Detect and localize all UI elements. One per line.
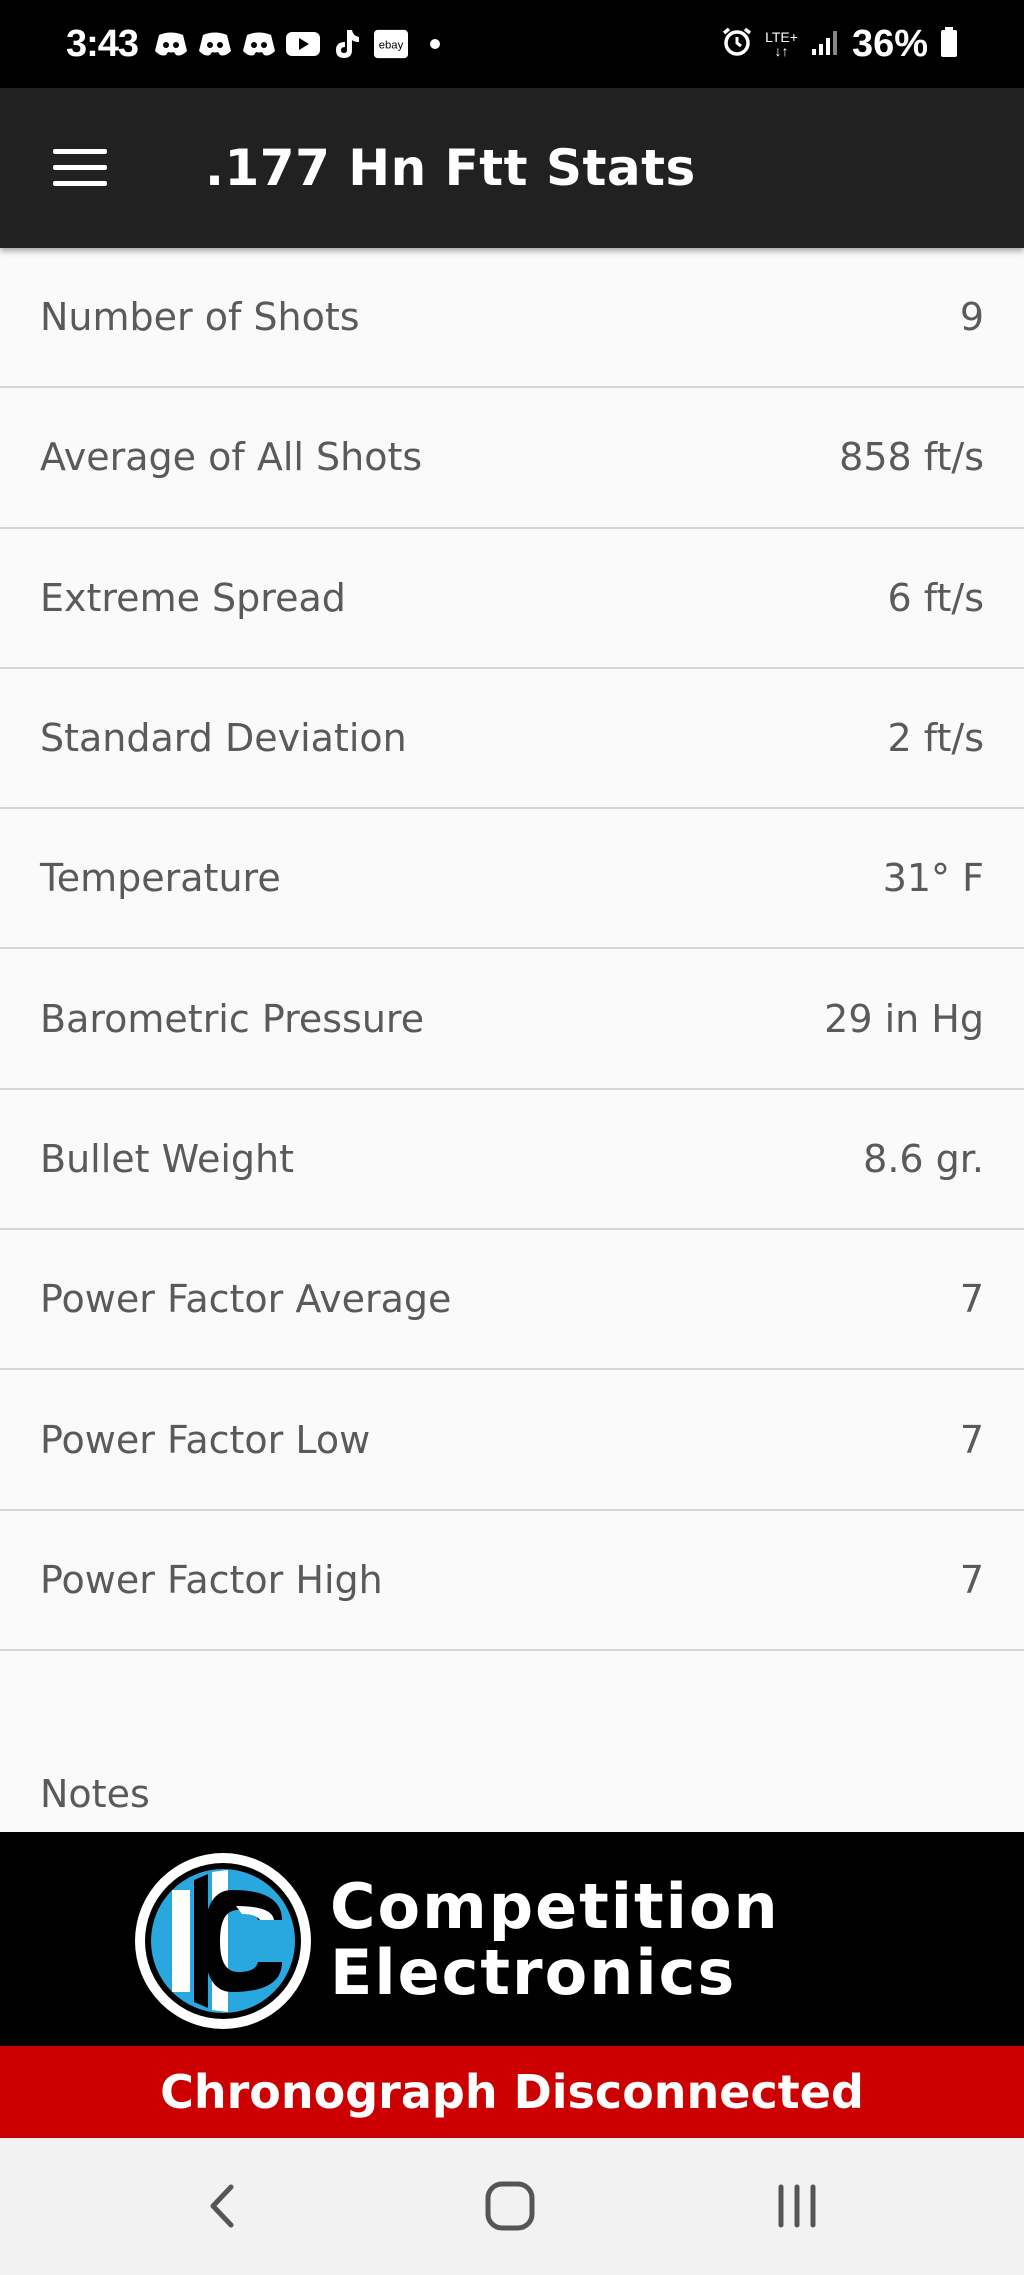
battery-percent: 36% [851,22,928,65]
menu-button[interactable] [40,128,120,208]
stats-list: Number of Shots 9 Average of All Shots 8… [0,248,1024,1651]
notes-label: Notes [40,1772,150,1816]
stat-label: Average of All Shots [40,435,423,480]
dot-icon [418,27,452,61]
status-bar: 3:43 ebay LTE+ ↓↑ 36% [0,0,1024,88]
stat-value: 29 in Hg [824,996,984,1041]
stat-value: 858 ft/s [839,435,984,480]
status-time: 3:43 [66,22,139,65]
stat-label: Barometric Pressure [40,996,425,1041]
back-chevron-icon [210,2184,234,2228]
recents-icon [778,2184,816,2228]
battery-icon [940,26,958,62]
stat-row-standard-deviation: Standard Deviation 2 ft/s [0,669,1024,810]
stat-value: 6 ft/s [887,575,984,620]
stat-row-power-factor-average: Power Factor Average 7 [0,1230,1024,1371]
hamburger-menu-icon [53,149,107,187]
stat-row-extreme-spread: Extreme Spread 6 ft/s [0,529,1024,669]
system-nav-bar [0,2138,1024,2275]
brand-line-1: Competition [330,1870,780,1943]
brand-banner: Competition Electronics [0,1832,1024,2046]
status-left: 3:43 ebay [66,0,452,88]
stat-value: 2 ft/s [887,716,984,761]
back-button[interactable] [178,2166,268,2246]
data-arrows-icon: ↓↑ [774,43,789,59]
brand-line-2: Electronics [330,1936,737,2009]
stat-value: 8.6 gr. [863,1136,984,1181]
stat-label: Extreme Spread [40,575,346,620]
app-bar: .177 Hn Ftt Stats [0,88,1024,248]
discord-icon [198,27,232,61]
alarm-icon [721,26,753,62]
discord-icon [242,27,276,61]
stat-label: Number of Shots [40,295,360,340]
youtube-icon [286,27,321,61]
stat-value: 7 [959,1557,984,1602]
stat-value: 31° F [882,856,984,901]
status-right: LTE+ ↓↑ 36% [721,0,958,88]
connection-status-text: Chronograph Disconnected [160,2065,864,2119]
network-type: LTE+ ↓↑ [765,30,798,58]
page-title: .177 Hn Ftt Stats [205,139,696,197]
stat-value: 7 [959,1417,984,1462]
discord-icon [154,27,188,61]
stat-value: 7 [959,1277,984,1322]
stat-row-barometric-pressure: Barometric Pressure 29 in Hg [0,949,1024,1090]
stat-label: Standard Deviation [40,716,407,761]
connection-status-bar[interactable]: Chronograph Disconnected [0,2046,1024,2138]
stat-label: Power Factor Low [40,1417,371,1462]
stat-value: 9 [959,295,984,340]
stat-label: Temperature [40,856,281,901]
home-icon [485,2181,535,2231]
ebay-label: ebay [379,40,404,52]
signal-icon [810,27,840,61]
ebay-icon: ebay [374,27,409,61]
stat-row-number-of-shots: Number of Shots 9 [0,248,1024,389]
stat-row-power-factor-high: Power Factor High 7 [0,1511,1024,1651]
competition-electronics-logo [135,1853,311,2029]
stat-label: Bullet Weight [40,1136,295,1181]
tiktok-icon [330,27,364,61]
recents-button[interactable] [752,2166,842,2246]
stat-row-bullet-weight: Bullet Weight 8.6 gr. [0,1090,1024,1231]
network-label: LTE+ [765,29,798,45]
brand-text: Competition Electronics [330,1874,780,2006]
stat-label: Power Factor High [40,1557,383,1602]
home-button[interactable] [465,2166,555,2246]
stat-label: Power Factor Average [40,1277,452,1322]
stat-row-power-factor-low: Power Factor Low 7 [0,1370,1024,1511]
stat-row-temperature: Temperature 31° F [0,809,1024,950]
stat-row-average: Average of All Shots 858 ft/s [0,388,1024,529]
